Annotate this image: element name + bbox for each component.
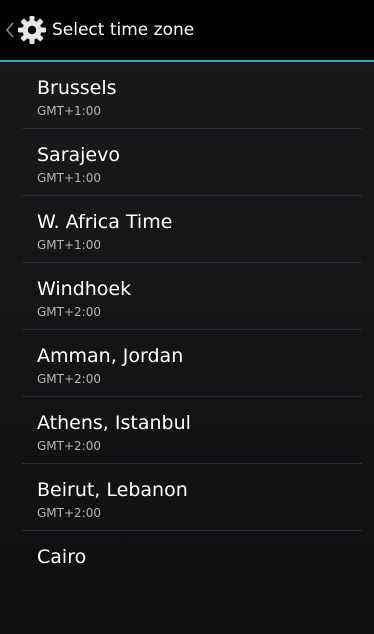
time-zone-item[interactable]: Athens, Istanbul GMT+2:00 [0, 397, 374, 464]
time-zone-item[interactable]: Windhoek GMT+2:00 [0, 263, 374, 330]
time-zone-name: Amman, Jordan [37, 345, 184, 367]
time-zone-item[interactable]: Sarajevo GMT+1:00 [0, 129, 374, 196]
page-title: Select time zone [52, 20, 195, 40]
time-zone-list[interactable]: Brussels GMT+1:00 Sarajevo GMT+1:00 W. A… [0, 62, 374, 634]
time-zone-item[interactable]: Brussels GMT+1:00 [0, 62, 374, 129]
time-zone-offset: GMT+2:00 [37, 439, 101, 453]
time-zone-item[interactable]: W. Africa Time GMT+1:00 [0, 196, 374, 263]
gear-icon [18, 16, 46, 44]
time-zone-offset: GMT+1:00 [37, 238, 101, 252]
time-zone-item[interactable]: Beirut, Lebanon GMT+2:00 [0, 464, 374, 531]
time-zone-name: Sarajevo [37, 144, 120, 166]
action-bar: Select time zone [0, 0, 374, 60]
time-zone-item[interactable]: Cairo [0, 531, 374, 598]
time-zone-name: Athens, Istanbul [37, 412, 191, 434]
up-button[interactable]: Select time zone [0, 0, 198, 60]
time-zone-name: W. Africa Time [37, 211, 173, 233]
time-zone-offset: GMT+2:00 [37, 305, 101, 319]
time-zone-name: Cairo [37, 546, 87, 568]
time-zone-name: Beirut, Lebanon [37, 479, 188, 501]
time-zone-offset: GMT+1:00 [37, 104, 101, 118]
chevron-left-icon [6, 22, 14, 38]
time-zone-offset: GMT+1:00 [37, 171, 101, 185]
time-zone-offset: GMT+2:00 [37, 506, 101, 520]
time-zone-item[interactable]: Amman, Jordan GMT+2:00 [0, 330, 374, 397]
time-zone-name: Windhoek [37, 278, 132, 300]
time-zone-offset: GMT+2:00 [37, 372, 101, 386]
time-zone-name: Brussels [37, 77, 117, 99]
